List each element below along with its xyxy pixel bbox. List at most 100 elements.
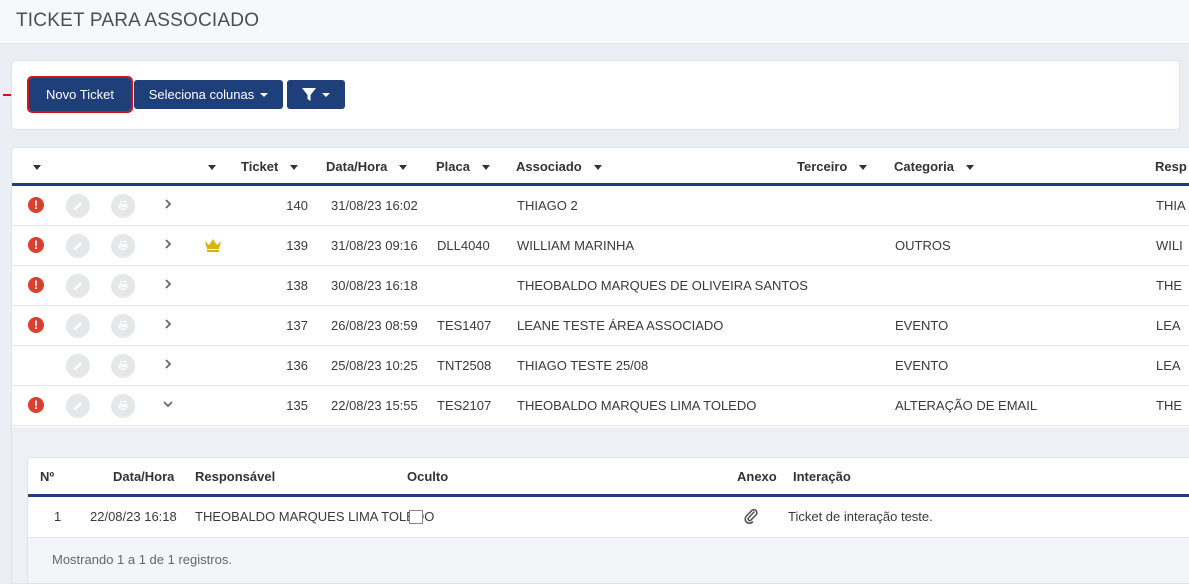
filter-icon (302, 87, 316, 101)
ticket-datetime: 26/08/23 08:59 (331, 318, 418, 333)
col-no: Nº (40, 469, 55, 484)
table-row[interactable]: ! 139 31/08/23 09:16 DLL4040 WILLIAM MARINHA… (12, 226, 1189, 266)
ticket-plate: TES2107 (437, 398, 492, 413)
interaction-responsible: THEOBALDO MARQUES LIMA TOLEDO (195, 509, 435, 524)
edit-icon[interactable] (66, 234, 90, 258)
interaction-text: Ticket de interação teste. (788, 509, 933, 524)
print-icon[interactable] (111, 354, 135, 378)
ticket-responsible: WILI (1156, 238, 1183, 253)
col-interaction: Interação (793, 469, 851, 484)
ticket-number: 137 (286, 318, 308, 333)
filter-button[interactable] (287, 80, 345, 109)
edit-icon[interactable] (66, 274, 90, 298)
table-row[interactable]: ! 140 31/08/23 16:02 THIAGO 2 THIA (12, 186, 1189, 226)
priority-dropdown[interactable] (208, 159, 216, 174)
ticket-category: OUTROS (895, 238, 951, 253)
col-associate[interactable]: Associado (516, 159, 602, 174)
ticket-datetime: 31/08/23 16:02 (331, 198, 418, 213)
ticket-associate: WILLIAM MARINHA (517, 238, 635, 253)
interactions-header: Nº Data/Hora Responsável Oculto Anexo In… (28, 458, 1189, 497)
select-all-dropdown[interactable] (33, 159, 41, 174)
table-header: Ticket Data/Hora Placa Associado Terceir… (12, 148, 1189, 186)
ticket-category: ALTERAÇÃO DE EMAIL (895, 398, 1038, 413)
page-title: TICKET PARA ASSOCIADO (16, 10, 260, 31)
chevron-right-icon[interactable] (162, 198, 174, 210)
interactions-table: Nº Data/Hora Responsável Oculto Anexo In… (27, 457, 1189, 583)
alert-icon: ! (28, 397, 44, 413)
chevron-right-icon[interactable] (162, 318, 174, 330)
ticket-plate: DLL4040 (437, 238, 490, 253)
table-footer: Mostrando 1 a 1 de 1 registros. (28, 538, 1189, 583)
ticket-responsible: THIA (1156, 198, 1186, 213)
col-category[interactable]: Categoria (894, 159, 974, 174)
table-row[interactable]: ! 138 30/08/23 16:18 THEOBALDO MARQUES DE O… (12, 266, 1189, 306)
table-row[interactable]: 136 25/08/23 10:25 TNT2508 THIAGO TESTE 25/… (12, 346, 1189, 386)
edit-icon[interactable] (66, 314, 90, 338)
ticket-datetime: 25/08/23 10:25 (331, 358, 418, 373)
ticket-datetime: 22/08/23 15:55 (331, 398, 418, 413)
alert-icon: ! (28, 277, 44, 293)
print-icon[interactable] (111, 194, 135, 218)
page-header: TICKET PARA ASSOCIADO (0, 0, 1189, 44)
ticket-datetime: 31/08/23 09:16 (331, 238, 418, 253)
chevron-right-icon[interactable] (162, 278, 174, 290)
ticket-associate: LEANE TESTE ÁREA ASSOCIADO (517, 318, 724, 333)
print-icon[interactable] (111, 234, 135, 258)
chevron-right-icon[interactable] (162, 238, 174, 250)
paperclip-icon[interactable] (744, 508, 758, 524)
interaction-no: 1 (54, 509, 62, 524)
new-ticket-button[interactable]: Novo Ticket (27, 76, 133, 113)
col-attachment: Anexo (737, 469, 777, 484)
crown-icon (205, 239, 221, 252)
ticket-associate: THEOBALDO MARQUES LIMA TOLEDO (517, 398, 757, 413)
toolbar: Novo Ticket Seleciona colunas (11, 60, 1180, 130)
col-responsible[interactable]: Resp (1155, 159, 1187, 174)
ticket-associate: THIAGO 2 (517, 198, 578, 213)
chevron-down-icon (260, 92, 269, 97)
col-datetime[interactable]: Data/Hora (326, 159, 408, 174)
select-columns-button[interactable]: Seleciona colunas (134, 80, 283, 109)
ticket-responsible: THE (1156, 398, 1182, 413)
ticket-number: 138 (286, 278, 308, 293)
ticket-associate: THIAGO TESTE 25/08 (517, 358, 649, 373)
ticket-plate: TNT2508 (437, 358, 492, 373)
print-icon[interactable] (111, 394, 135, 418)
col-plate[interactable]: Placa (436, 159, 490, 174)
edit-icon[interactable] (66, 194, 90, 218)
col-hidden: Oculto (407, 469, 449, 484)
interaction-row: 1 22/08/23 16:18 THEOBALDO MARQUES LIMA … (28, 497, 1189, 538)
ticket-number: 135 (286, 398, 308, 413)
ticket-associate: THEOBALDO MARQUES DE OLIVEIRA SANTOS (517, 278, 808, 293)
table-row[interactable]: ! 135 22/08/23 15:55 TES2107 THEOBALDO MARQU… (12, 386, 1189, 426)
alert-icon: ! (28, 317, 44, 333)
col-ticket[interactable]: Ticket (241, 159, 299, 174)
chevron-down-icon (322, 92, 330, 97)
ticket-datetime: 30/08/23 16:18 (331, 278, 418, 293)
edit-icon[interactable] (66, 354, 90, 378)
ticket-category: EVENTO (895, 358, 949, 373)
select-columns-label: Seleciona colunas (148, 87, 255, 102)
print-icon[interactable] (111, 314, 135, 338)
col-third[interactable]: Terceiro (797, 159, 868, 174)
ticket-plate: TES1407 (437, 318, 492, 333)
ticket-responsible: THE (1156, 278, 1182, 293)
interaction-datetime: 22/08/23 16:18 (90, 509, 177, 524)
ticket-responsible: LEA (1156, 318, 1181, 333)
ticket-detail-area: Nº Data/Hora Responsável Oculto Anexo In… (12, 427, 1189, 583)
ticket-responsible: LEA (1156, 358, 1181, 373)
ticket-number: 139 (286, 238, 308, 253)
print-icon[interactable] (111, 274, 135, 298)
col-detail-responsible: Responsável (195, 469, 276, 484)
hidden-checkbox[interactable] (409, 510, 423, 524)
ticket-number: 136 (286, 358, 308, 373)
table-row[interactable]: ! 137 26/08/23 08:59 TES1407 LEANE TESTE ÁRE… (12, 306, 1189, 346)
edit-icon[interactable] (66, 394, 90, 418)
records-info: Mostrando 1 a 1 de 1 registros. (52, 552, 232, 567)
chevron-right-icon[interactable] (162, 358, 174, 370)
chevron-down-icon[interactable] (162, 398, 174, 410)
tickets-table: Ticket Data/Hora Placa Associado Terceir… (11, 147, 1189, 584)
ticket-number: 140 (286, 198, 308, 213)
ticket-category: EVENTO (895, 318, 949, 333)
alert-icon: ! (28, 197, 44, 213)
alert-icon: ! (28, 237, 44, 253)
